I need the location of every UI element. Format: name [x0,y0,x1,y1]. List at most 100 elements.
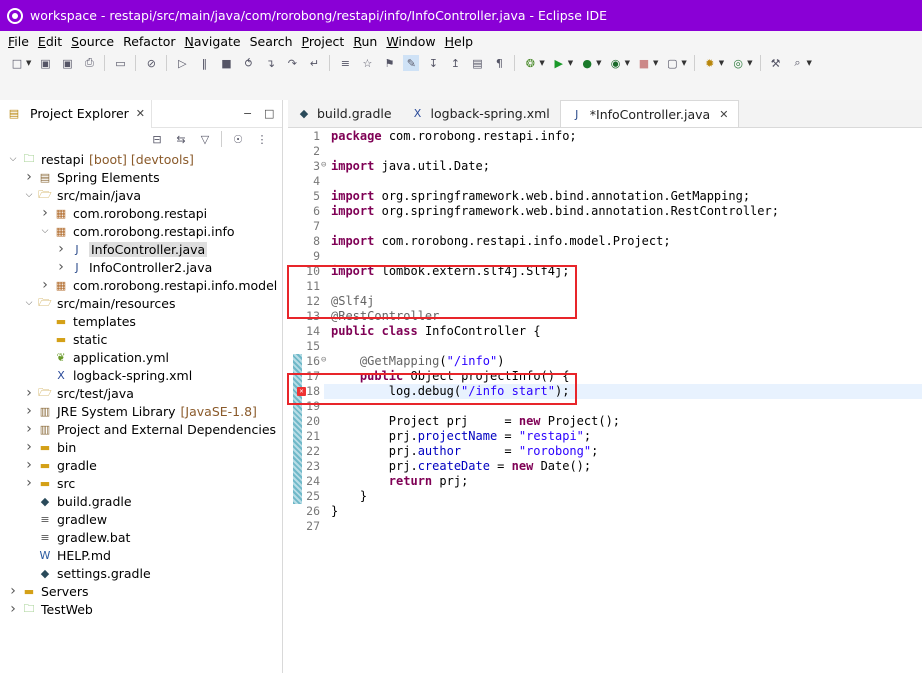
tree-item[interactable]: › ▦ com.rorobong.restapi.info.model [40,276,277,294]
terminate-icon[interactable]: ■ [218,55,234,71]
highlight-icon[interactable]: ✎ [403,55,420,71]
menu-help[interactable]: Help [441,34,478,49]
tree-item[interactable]: › ▦ com.rorobong.restapi [40,204,207,222]
tab-project-explorer[interactable]: ▤ Project Explorer ✕ [0,99,153,128]
chevron-down-icon[interactable]: ▼ [596,59,601,67]
save-all-icon[interactable]: ▣ [59,55,75,71]
chevron-down-icon[interactable]: ▼ [807,59,812,67]
coverage-icon[interactable]: ● [579,55,595,71]
search-icon[interactable]: ⌕ [790,55,806,71]
menu-search[interactable]: Search [246,34,297,49]
step-return-icon[interactable]: ↵ [306,55,322,71]
chevron-right-icon[interactable]: › [24,457,34,473]
fold-icon[interactable]: ⊖ [321,160,326,170]
minimize-icon[interactable]: − [243,107,252,120]
tree-item[interactable]: › ▬ Servers [8,582,88,600]
stop-icon[interactable]: ■ [636,55,652,71]
chevron-down-icon[interactable]: ▼ [653,59,658,67]
chevron-right-icon[interactable]: › [56,241,66,257]
chevron-down-icon[interactable]: ▼ [719,59,724,67]
tree-item[interactable]: ⌵ 🗁 src/main/java [24,186,142,204]
print-icon[interactable]: ⎙ [81,55,97,71]
new-class-icon[interactable]: ◎ [730,55,746,71]
tree-item[interactable]: › ▥ JRE System Library [JavaSE-1.8] [24,402,257,420]
tree-item[interactable]: Xlogback-spring.xml [40,366,192,384]
tree-item[interactable]: ⌵ 🗀 restapi [boot] [devtools] [8,150,194,168]
open-type-icon[interactable]: ▤ [469,55,485,71]
chevron-down-icon[interactable]: ⌵ [40,226,50,236]
tab-build-gradle[interactable]: ◆ build.gradle [288,100,402,127]
chevron-right-icon[interactable]: › [24,421,34,437]
chevron-right-icon[interactable]: › [24,403,34,419]
debug-icon[interactable]: ❂ [522,55,538,71]
chevron-down-icon[interactable]: ⌵ [24,190,34,200]
tree-item[interactable]: › 🗀 TestWeb [8,600,93,618]
tree-item[interactable]: ≡ gradlew.bat [24,528,130,546]
tab-infocontroller-java[interactable]: J *InfoController.java ✕ [559,100,740,127]
tree-item[interactable]: ◆ settings.gradle [24,564,151,582]
focus-icon[interactable]: ☉ [230,131,246,147]
chevron-right-icon[interactable]: › [56,259,66,275]
chevron-right-icon[interactable]: › [8,601,18,617]
mark-occurrences-icon[interactable]: ☆ [359,55,375,71]
tree-item[interactable]: ⌵ ▦ com.rorobong.restapi.info [40,222,235,240]
tree-item[interactable]: › 🗁 src/test/java [24,384,134,402]
tree-item[interactable]: › J InfoController2.java [56,258,212,276]
chevron-down-icon[interactable]: ▼ [681,59,686,67]
step-over-icon[interactable]: ↷ [284,55,300,71]
tree-item[interactable]: ▬ templates [40,312,136,330]
view-menu-icon[interactable]: ⋮ [254,131,270,147]
new-icon[interactable]: □ [9,55,25,71]
tree-item[interactable]: › J InfoController.java [56,240,208,258]
collapse-all-icon[interactable]: ⊟ [149,131,165,147]
menu-navigate[interactable]: Navigate [181,34,245,49]
external-tools-icon[interactable]: ◉ [608,55,624,71]
menu-refactor[interactable]: Refactor [119,34,179,49]
terminal-icon[interactable]: ▭ [112,55,128,71]
fold-icon[interactable]: ⊖ [321,355,326,365]
tab-logback-spring-xml[interactable]: Xlogback-spring.xml [402,100,560,127]
tree-item[interactable]: ≡ gradlew [24,510,107,528]
menu-run[interactable]: Run [349,34,381,49]
resume-icon[interactable]: ▷ [174,55,190,71]
chevron-right-icon[interactable]: › [40,277,50,293]
new-java-project-icon[interactable]: ✹ [702,55,718,71]
tree-item[interactable]: ▬ static [40,330,108,348]
breadcrumb-icon[interactable]: ⚑ [381,55,397,71]
step-into-icon[interactable]: ↴ [262,55,278,71]
chevron-down-icon[interactable]: ⌵ [24,298,34,308]
chevron-right-icon[interactable]: › [24,475,34,491]
chevron-down-icon[interactable]: ⌵ [8,154,18,164]
chevron-right-icon[interactable]: › [24,169,34,185]
run-icon[interactable]: ▶ [551,55,567,71]
tree-item[interactable]: › ▬ bin [24,438,76,456]
deploy-icon[interactable]: ▢ [664,55,680,71]
chevron-right-icon[interactable]: › [24,439,34,455]
filter-icon[interactable]: ▽ [197,131,213,147]
chevron-right-icon[interactable]: › [24,385,34,401]
menu-edit[interactable]: Edit [34,34,66,49]
maximize-icon[interactable]: □ [264,107,274,120]
next-annotation-icon[interactable]: ↧ [425,55,441,71]
chevron-right-icon[interactable]: › [40,205,50,221]
menu-project[interactable]: Project [298,34,349,49]
chevron-down-icon[interactable]: ▼ [568,59,573,67]
tree-item[interactable]: › ▥ Project and External Dependencies [24,420,276,438]
tree-item[interactable]: › ▬ gradle [24,456,97,474]
tree-item[interactable]: › ▤ Spring Elements [24,168,159,186]
chevron-down-icon[interactable]: ▼ [26,59,31,67]
tree-item[interactable]: W HELP.md [24,546,111,564]
prev-annotation-icon[interactable]: ↥ [447,55,463,71]
chevron-down-icon[interactable]: ▼ [539,59,544,67]
menu-window[interactable]: Window [382,34,439,49]
code-editor[interactable]: 1 package com.rorobong.restapi.info; 2 3 imp… [287,128,922,673]
tree-item[interactable]: ❦ application.yml [40,348,169,366]
chevron-down-icon[interactable]: ▼ [625,59,630,67]
chevron-right-icon[interactable]: › [8,583,18,599]
link-with-editor-icon[interactable]: ⇆ [173,131,189,147]
toggle-block-icon[interactable]: ≡ [337,55,353,71]
open-task-icon[interactable]: ⚒ [768,55,784,71]
tree-item[interactable]: › ▬ src [24,474,75,492]
close-icon[interactable]: ✕ [719,108,728,121]
tree-item[interactable]: ◆ build.gradle [24,492,132,510]
